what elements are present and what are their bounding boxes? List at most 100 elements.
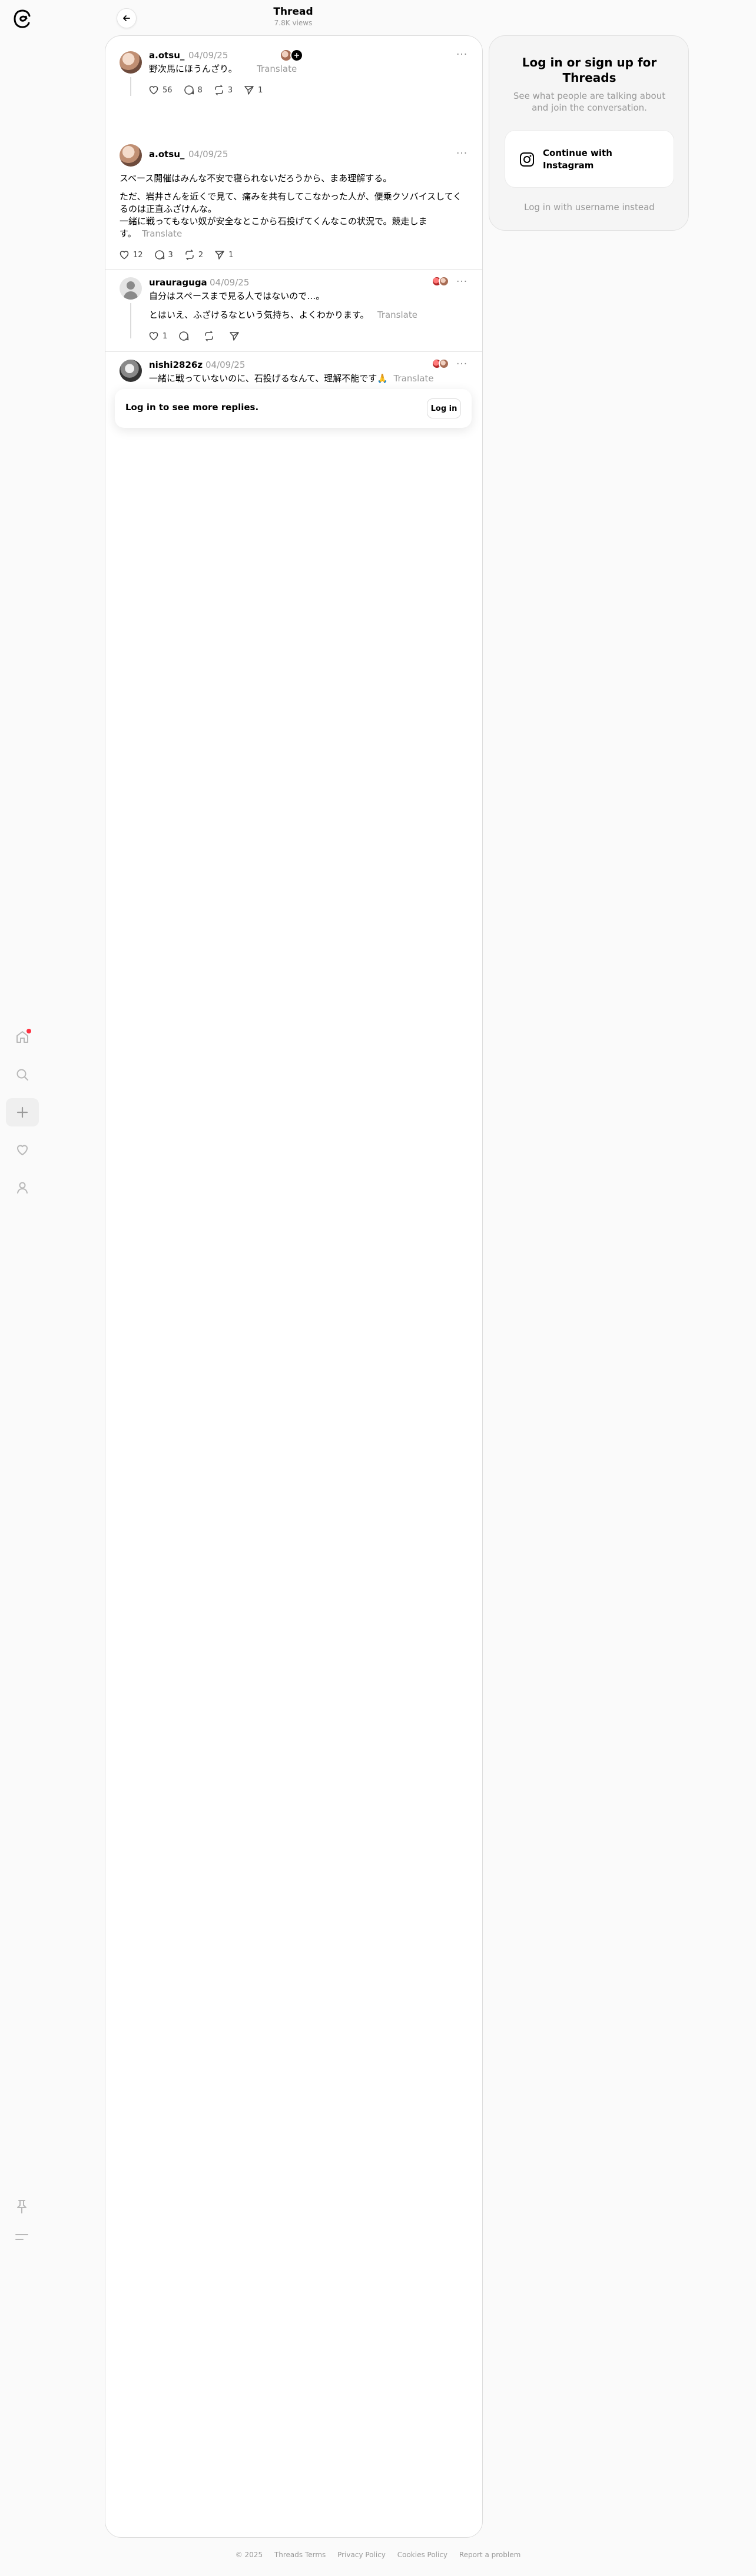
post-text-content: 野次馬にほうんざり。 — [149, 64, 237, 74]
post-text-continued: とはいえ、ふざけるなという気持ち、よくわかります。 Translate — [149, 309, 417, 321]
reply-button[interactable]: 8 — [183, 84, 203, 96]
more-options-button[interactable]: ··· — [456, 148, 467, 159]
notification-dot — [26, 1029, 31, 1033]
pin-icon[interactable] — [12, 2196, 32, 2216]
nav-profile[interactable] — [6, 1174, 39, 1202]
repost-count: 3 — [227, 85, 233, 95]
post-text-line: す。 — [120, 228, 137, 239]
share-count: 1 — [228, 250, 234, 260]
post-username[interactable]: a.otsu_ — [149, 50, 184, 61]
post-text-content: 一緒に戦っていないのに、石投げるなんて、理解不能です🙏 — [149, 373, 388, 384]
more-options-button[interactable]: ··· — [456, 276, 467, 288]
post-text: 自分はスペースまで見る人ではないので…。 — [149, 291, 325, 301]
repost-count: 2 — [198, 250, 204, 260]
menu-icon[interactable] — [12, 2227, 32, 2247]
reply-avatar — [439, 276, 449, 287]
post-text-line: ただ、岩井さんを近くで見て、痛みを共有してこなかった人が、便乗クソバイスしてく — [120, 191, 462, 202]
heart-icon — [149, 332, 158, 341]
nav-home[interactable] — [6, 1023, 39, 1051]
share-button[interactable] — [228, 330, 243, 342]
send-icon — [230, 332, 240, 341]
repost-icon — [185, 250, 194, 260]
like-button[interactable]: 56 — [148, 84, 173, 96]
divider — [105, 351, 482, 352]
share-button[interactable]: 1 — [214, 249, 233, 261]
thread-post: urauraguga 04/09/25 ··· 自分はスペースまで見る人ではない… — [105, 270, 482, 351]
like-button[interactable]: 12 — [118, 249, 143, 261]
comment-icon — [179, 331, 189, 341]
footer: © 2025 Threads Terms Privacy Policy Cook… — [0, 2551, 756, 2559]
username-login-link[interactable]: Log in with username instead — [507, 202, 672, 212]
post-username[interactable]: urauraguga — [149, 277, 207, 288]
translate-link[interactable]: Translate — [394, 373, 434, 384]
comment-icon — [184, 85, 194, 95]
heart-icon — [120, 251, 129, 260]
page-title: Thread — [273, 6, 313, 18]
reply-button[interactable] — [178, 330, 193, 342]
thread-post: a.otsu_ 04/09/25 ··· 野次馬にほうんざり。 Translat… — [105, 36, 482, 101]
repost-button[interactable]: 2 — [184, 249, 203, 261]
back-button[interactable] — [117, 8, 137, 28]
login-panel: Log in or sign up for Threads See what p… — [489, 35, 689, 231]
post-text-content: とはいえ、ふざけるなという気持ち、よくわかります。 — [149, 310, 369, 320]
heart-icon — [17, 1145, 28, 1155]
post-text-line: スペース開催はみんな不安で寝られないだろうから、まあ理解する。 — [120, 173, 392, 184]
post-username[interactable]: nishi2826z — [149, 360, 203, 370]
login-prompt-text: Log in to see more replies. — [125, 402, 259, 413]
footer-privacy-link[interactable]: Privacy Policy — [337, 2551, 386, 2559]
like-button[interactable]: 1 — [148, 330, 167, 342]
like-count: 56 — [163, 85, 173, 95]
post-actions: 1 — [148, 330, 254, 342]
comment-icon — [154, 250, 164, 260]
avatar[interactable] — [120, 277, 142, 300]
like-count: 1 — [163, 331, 168, 341]
add-reply-avatar[interactable] — [290, 49, 303, 62]
login-button[interactable]: Log in — [427, 398, 461, 418]
threads-logo-icon[interactable] — [12, 8, 33, 29]
post-actions: 56 8 3 1 — [148, 84, 273, 96]
nav-activity[interactable] — [6, 1136, 39, 1164]
repost-icon — [205, 331, 214, 341]
thread-line — [130, 77, 131, 96]
search-icon — [16, 1069, 28, 1081]
reply-avatar — [439, 358, 449, 369]
footer-terms-link[interactable]: Threads Terms — [274, 2551, 326, 2559]
reply-button[interactable]: 3 — [154, 249, 173, 261]
translate-link[interactable]: Translate — [142, 228, 182, 239]
repost-button[interactable] — [203, 330, 218, 342]
translate-link[interactable]: Translate — [377, 310, 417, 320]
like-count: 12 — [133, 250, 143, 260]
footer-report-link[interactable]: Report a problem — [459, 2551, 520, 2559]
more-options-button[interactable]: ··· — [456, 358, 467, 370]
avatar[interactable] — [120, 144, 142, 167]
arrow-left-icon — [123, 15, 130, 21]
view-count: 7.8K views — [274, 19, 313, 27]
post-date[interactable]: 04/09/25 — [210, 277, 249, 288]
post-username[interactable]: a.otsu_ — [149, 149, 184, 159]
reply-avatars — [432, 358, 449, 369]
post-date[interactable]: 04/09/25 — [188, 50, 228, 61]
reply-count: 3 — [168, 250, 173, 260]
footer-cookies-link[interactable]: Cookies Policy — [397, 2551, 447, 2559]
post-text-line: 一緒に戦ってもない奴が安全なとこから石投げてくんなこの状況で。競走しま — [120, 216, 427, 227]
avatar[interactable] — [120, 51, 142, 74]
login-panel-subtitle: See what people are talking about and jo… — [513, 91, 666, 113]
nav-create[interactable] — [6, 1098, 39, 1126]
nav-search[interactable] — [6, 1061, 39, 1089]
divider — [105, 269, 482, 270]
translate-link[interactable]: Translate — [257, 64, 297, 74]
reply-avatars — [280, 49, 303, 62]
thread-line — [130, 303, 131, 338]
continue-with-instagram-button[interactable]: Continue with Instagram — [505, 130, 674, 188]
post-date[interactable]: 04/09/25 — [188, 149, 228, 159]
post-date[interactable]: 04/09/25 — [205, 360, 245, 370]
instagram-button-label: Continue with Instagram — [543, 148, 612, 171]
repost-button[interactable]: 3 — [213, 84, 233, 96]
more-options-button[interactable]: ··· — [456, 49, 467, 61]
heart-icon — [149, 86, 158, 95]
share-button[interactable]: 1 — [243, 84, 263, 96]
post-text: 一緒に戦っていないのに、石投げるなんて、理解不能です🙏 Translate — [149, 373, 434, 385]
plus-icon — [16, 1106, 28, 1118]
avatar[interactable] — [120, 360, 142, 382]
reply-avatars — [432, 276, 449, 287]
